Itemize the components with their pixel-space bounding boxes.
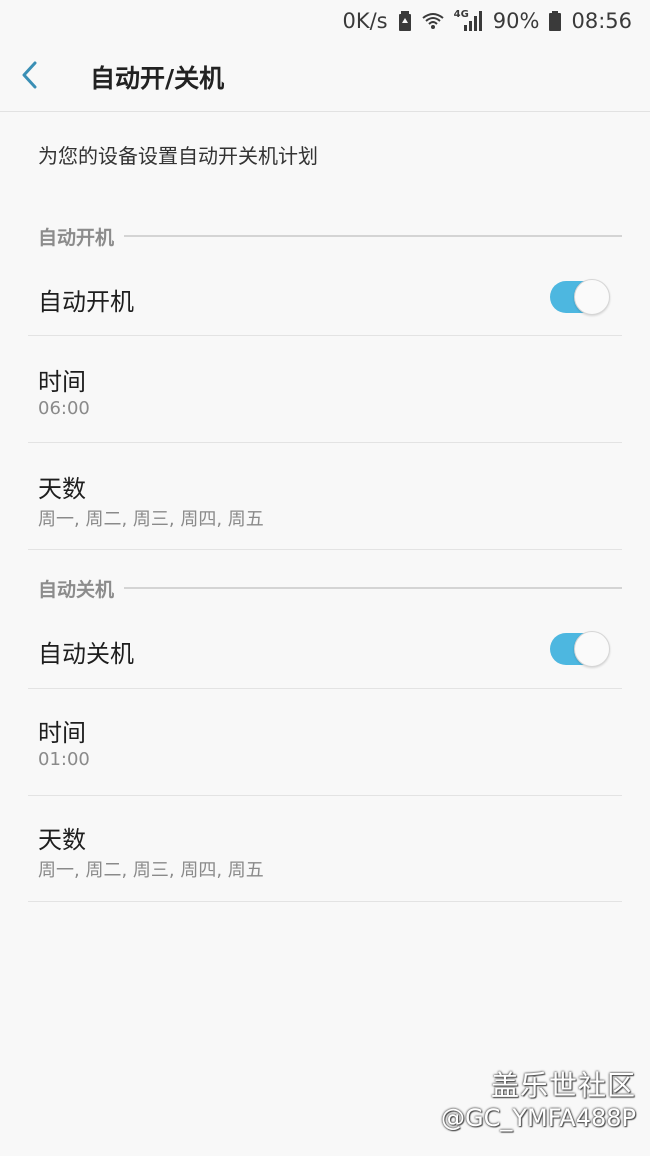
power-on-time-value: 06:00: [38, 398, 90, 419]
section-header-power-on: 自动开机: [38, 221, 622, 251]
power-on-time-label: 时间: [38, 368, 86, 396]
switch-knob: [574, 631, 610, 667]
section-divider: [124, 235, 622, 237]
section-label: 自动关机: [38, 578, 115, 601]
network-type: 4G: [453, 8, 469, 20]
network-speed: 0K/s: [342, 9, 388, 33]
power-off-days-value: 周一, 周二, 周三, 周四, 周五: [38, 860, 264, 881]
power-off-days-row[interactable]: 天数 周一, 周二, 周三, 周四, 周五: [28, 796, 622, 902]
wifi-icon: [421, 11, 444, 31]
power-on-time-row[interactable]: 时间 06:00: [28, 336, 622, 443]
page-title: 自动开/关机: [90, 63, 225, 93]
section-header-power-off: 自动关机: [38, 573, 622, 603]
power-on-days-value: 周一, 周二, 周三, 周四, 周五: [38, 509, 264, 530]
battery-saver-icon: [398, 11, 412, 31]
power-off-toggle-label: 自动关机: [38, 640, 134, 668]
section-divider: [124, 587, 622, 589]
power-off-days-label: 天数: [38, 826, 86, 854]
back-button[interactable]: [20, 42, 84, 112]
battery-icon: [549, 11, 562, 31]
chevron-left-icon: [20, 61, 38, 93]
power-on-switch[interactable]: [550, 279, 610, 315]
clock: 08:56: [571, 9, 632, 33]
power-off-time-value: 01:00: [38, 749, 90, 770]
status-bar: 0K/s 4G 90% 08:56: [0, 0, 650, 42]
power-off-time-row[interactable]: 时间 01:00: [28, 689, 622, 796]
battery-percent: 90%: [492, 9, 540, 33]
watermark-brand: 盖乐世社区: [490, 1069, 636, 1102]
power-off-toggle-row[interactable]: 自动关机: [28, 610, 622, 689]
switch-knob: [574, 279, 610, 315]
power-off-switch[interactable]: [550, 631, 610, 667]
power-off-time-label: 时间: [38, 719, 86, 747]
section-label: 自动开机: [38, 226, 115, 249]
power-on-toggle-row[interactable]: 自动开机: [28, 258, 622, 336]
power-on-toggle-label: 自动开机: [38, 288, 134, 316]
signal-icon: 4G: [453, 8, 483, 31]
power-on-days-label: 天数: [38, 475, 86, 503]
page-description: 为您的设备设置自动开关机计划: [38, 144, 318, 168]
app-bar: 自动开/关机: [0, 42, 650, 112]
power-on-days-row[interactable]: 天数 周一, 周二, 周三, 周四, 周五: [28, 443, 622, 550]
watermark-user: @GC_YMFA488P: [440, 1104, 636, 1132]
